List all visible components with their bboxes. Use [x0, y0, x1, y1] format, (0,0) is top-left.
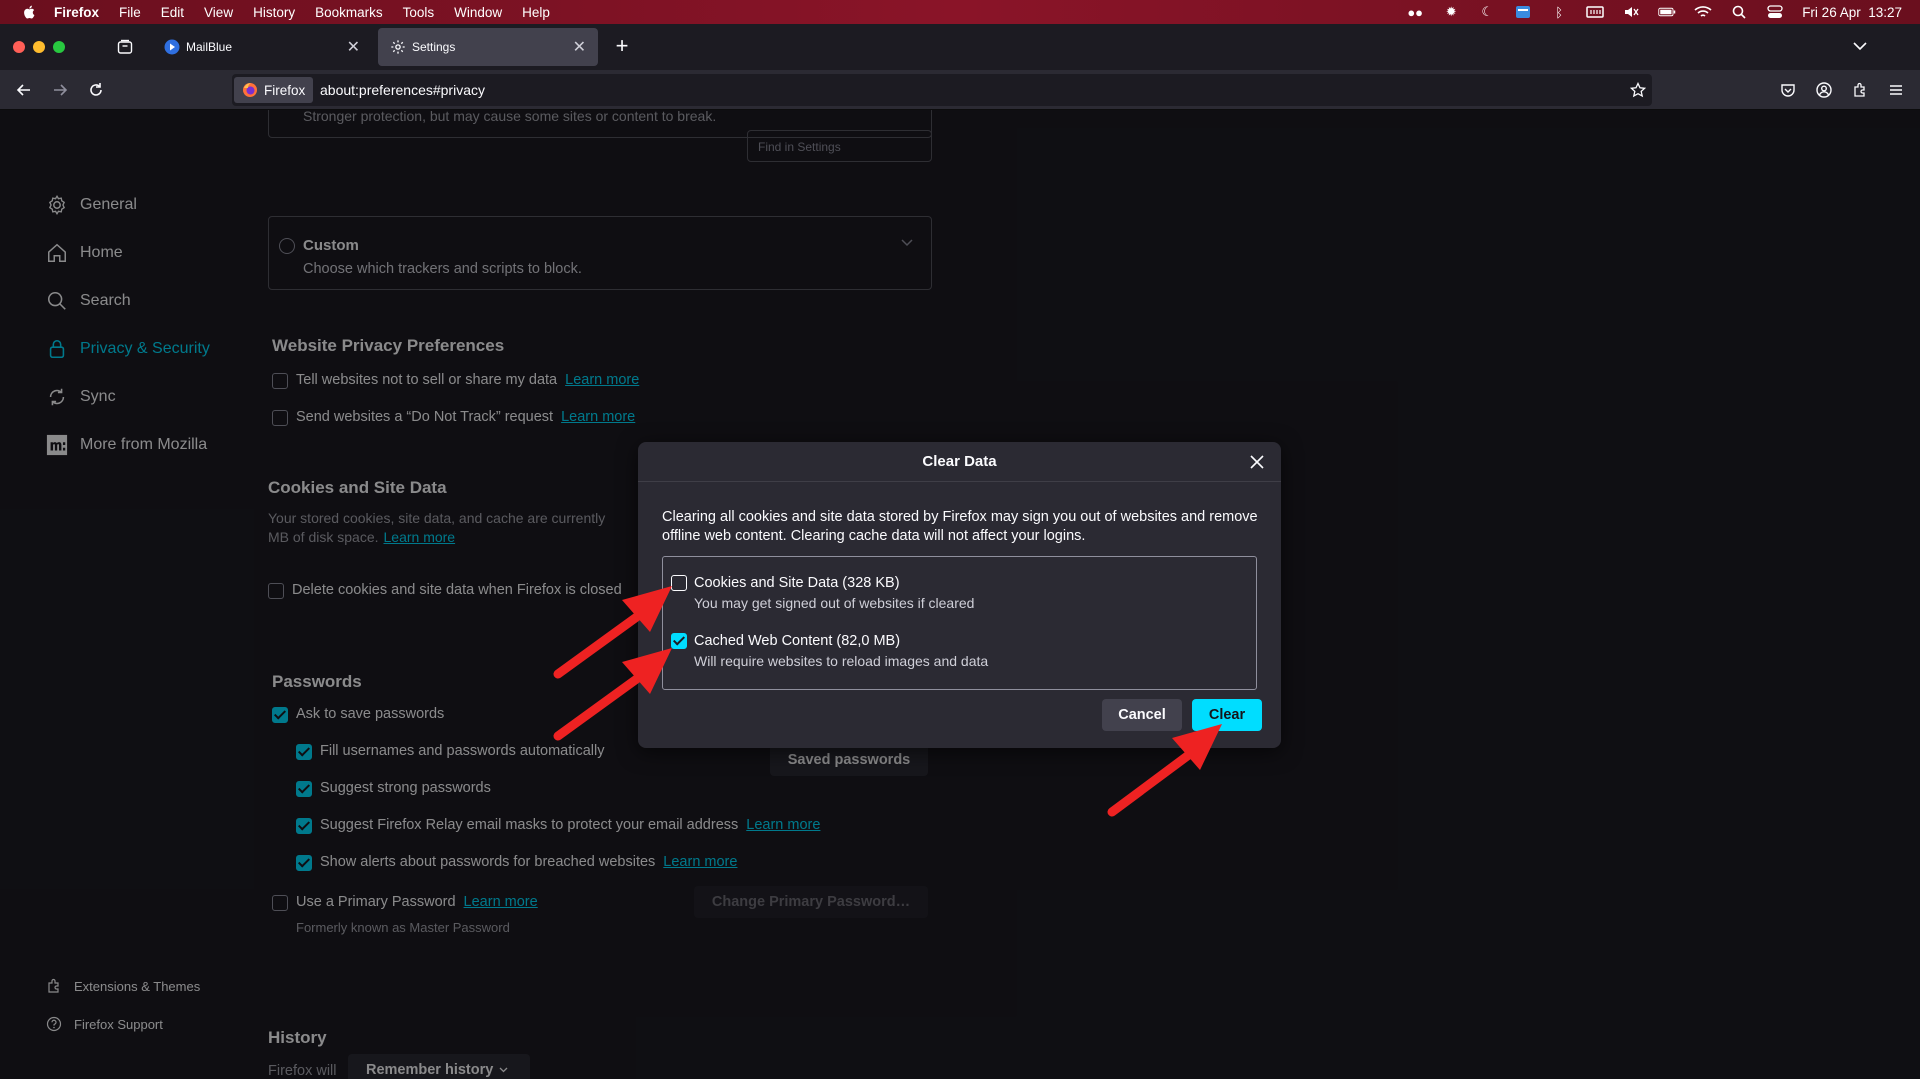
cached-web-content-label: Cached Web Content (82,0 MB)	[694, 633, 901, 649]
tab-settings[interactable]: Settings ✕	[378, 28, 598, 66]
new-tab-button[interactable]: +	[610, 33, 634, 58]
account-icon	[1816, 82, 1832, 98]
wifi-icon[interactable]	[1694, 5, 1712, 19]
bluetooth-icon[interactable]: ᛒ	[1550, 5, 1568, 20]
tab-label: MailBlue	[186, 40, 233, 54]
navigation-toolbar: Firefox about:preferences#privacy	[0, 70, 1920, 110]
url-input[interactable]: about:preferences#privacy	[320, 82, 485, 98]
moon-icon[interactable]: ☾	[1478, 4, 1496, 19]
identity-label: Firefox	[264, 82, 306, 98]
menu-window[interactable]: Window	[454, 5, 502, 20]
people-icon[interactable]: ●●	[1406, 5, 1424, 20]
menu-file[interactable]: File	[119, 5, 141, 20]
menu-history[interactable]: History	[253, 5, 295, 20]
back-button[interactable]	[12, 78, 36, 102]
puzzle-icon	[1854, 82, 1865, 97]
dialog-close-button[interactable]	[1245, 450, 1269, 474]
spotlight-search-icon[interactable]	[1730, 5, 1748, 19]
menu-tools[interactable]: Tools	[403, 5, 435, 20]
cookies-site-data-label: Cookies and Site Data (328 KB)	[694, 575, 900, 591]
annotation-arrow-cache	[553, 648, 672, 741]
identity-box[interactable]: Firefox	[234, 77, 314, 103]
tab-label: Settings	[412, 40, 456, 54]
pocket-icon	[1781, 84, 1795, 97]
menu-bookmarks[interactable]: Bookmarks	[315, 5, 383, 20]
tab-mailblue[interactable]: MailBlue ✕	[152, 28, 372, 66]
app-menu-button[interactable]	[1884, 78, 1908, 102]
menu-help[interactable]: Help	[522, 5, 550, 20]
forward-button[interactable]	[48, 78, 72, 102]
reload-icon	[90, 83, 102, 96]
minimize-window-button[interactable]	[33, 41, 45, 53]
hamburger-menu-icon	[1890, 85, 1902, 95]
status-area: ●● ✹ ☾ ᛒ Fri 26 Apr 13:27	[1406, 0, 1902, 24]
apple-icon[interactable]	[20, 4, 40, 20]
close-window-button[interactable]	[13, 41, 25, 53]
dialog-title: Clear Data	[638, 442, 1281, 482]
menu-view[interactable]: View	[204, 5, 233, 20]
keyboard-icon[interactable]	[1514, 5, 1532, 19]
control-center-icon[interactable]	[1766, 5, 1784, 19]
annotation-arrow-clear	[1107, 724, 1222, 817]
mac-menubar: Firefox File Edit View History Bookmarks…	[0, 0, 1920, 24]
tab-overview-icon[interactable]	[117, 39, 133, 55]
menu-app-name[interactable]: Firefox	[54, 5, 99, 20]
extensions-button[interactable]	[1848, 78, 1872, 102]
battery-icon[interactable]	[1658, 5, 1676, 19]
zoom-window-button[interactable]	[53, 41, 65, 53]
brightness-icon[interactable]: ✹	[1442, 4, 1460, 19]
menubar-clock[interactable]: Fri 26 Apr 13:27	[1802, 5, 1902, 20]
chevron-down-icon	[1853, 42, 1867, 51]
clear-data-dialog: Clear Data Clearing all cookies and site…	[638, 442, 1281, 748]
close-tab-icon[interactable]: ✕	[347, 37, 360, 57]
close-icon	[1250, 455, 1264, 469]
reload-button[interactable]	[84, 78, 108, 102]
mute-icon[interactable]	[1622, 5, 1640, 19]
memory-icon[interactable]	[1586, 5, 1604, 19]
pocket-button[interactable]	[1776, 78, 1800, 102]
mailblue-favicon-icon	[164, 39, 180, 55]
list-all-tabs-button[interactable]	[1848, 34, 1872, 58]
account-button[interactable]	[1812, 78, 1836, 102]
firefox-logo-icon	[243, 83, 257, 97]
cached-web-content-sub: Will require websites to reload images a…	[694, 653, 989, 669]
gear-icon	[391, 40, 405, 54]
dialog-description: Clearing all cookies and site data store…	[662, 509, 1258, 544]
address-bar[interactable]: Firefox about:preferences#privacy	[232, 74, 1652, 106]
close-tab-icon[interactable]: ✕	[573, 37, 586, 57]
star-bookmark-icon[interactable]	[1630, 82, 1646, 98]
clear-options-box: Cookies and Site Data (328 KB) You may g…	[662, 556, 1257, 690]
arrow-right-icon	[54, 84, 68, 96]
menu-edit[interactable]: Edit	[161, 5, 184, 20]
arrow-left-icon	[16, 84, 30, 96]
cookies-site-data-sub: You may get signed out of websites if cl…	[694, 595, 975, 611]
